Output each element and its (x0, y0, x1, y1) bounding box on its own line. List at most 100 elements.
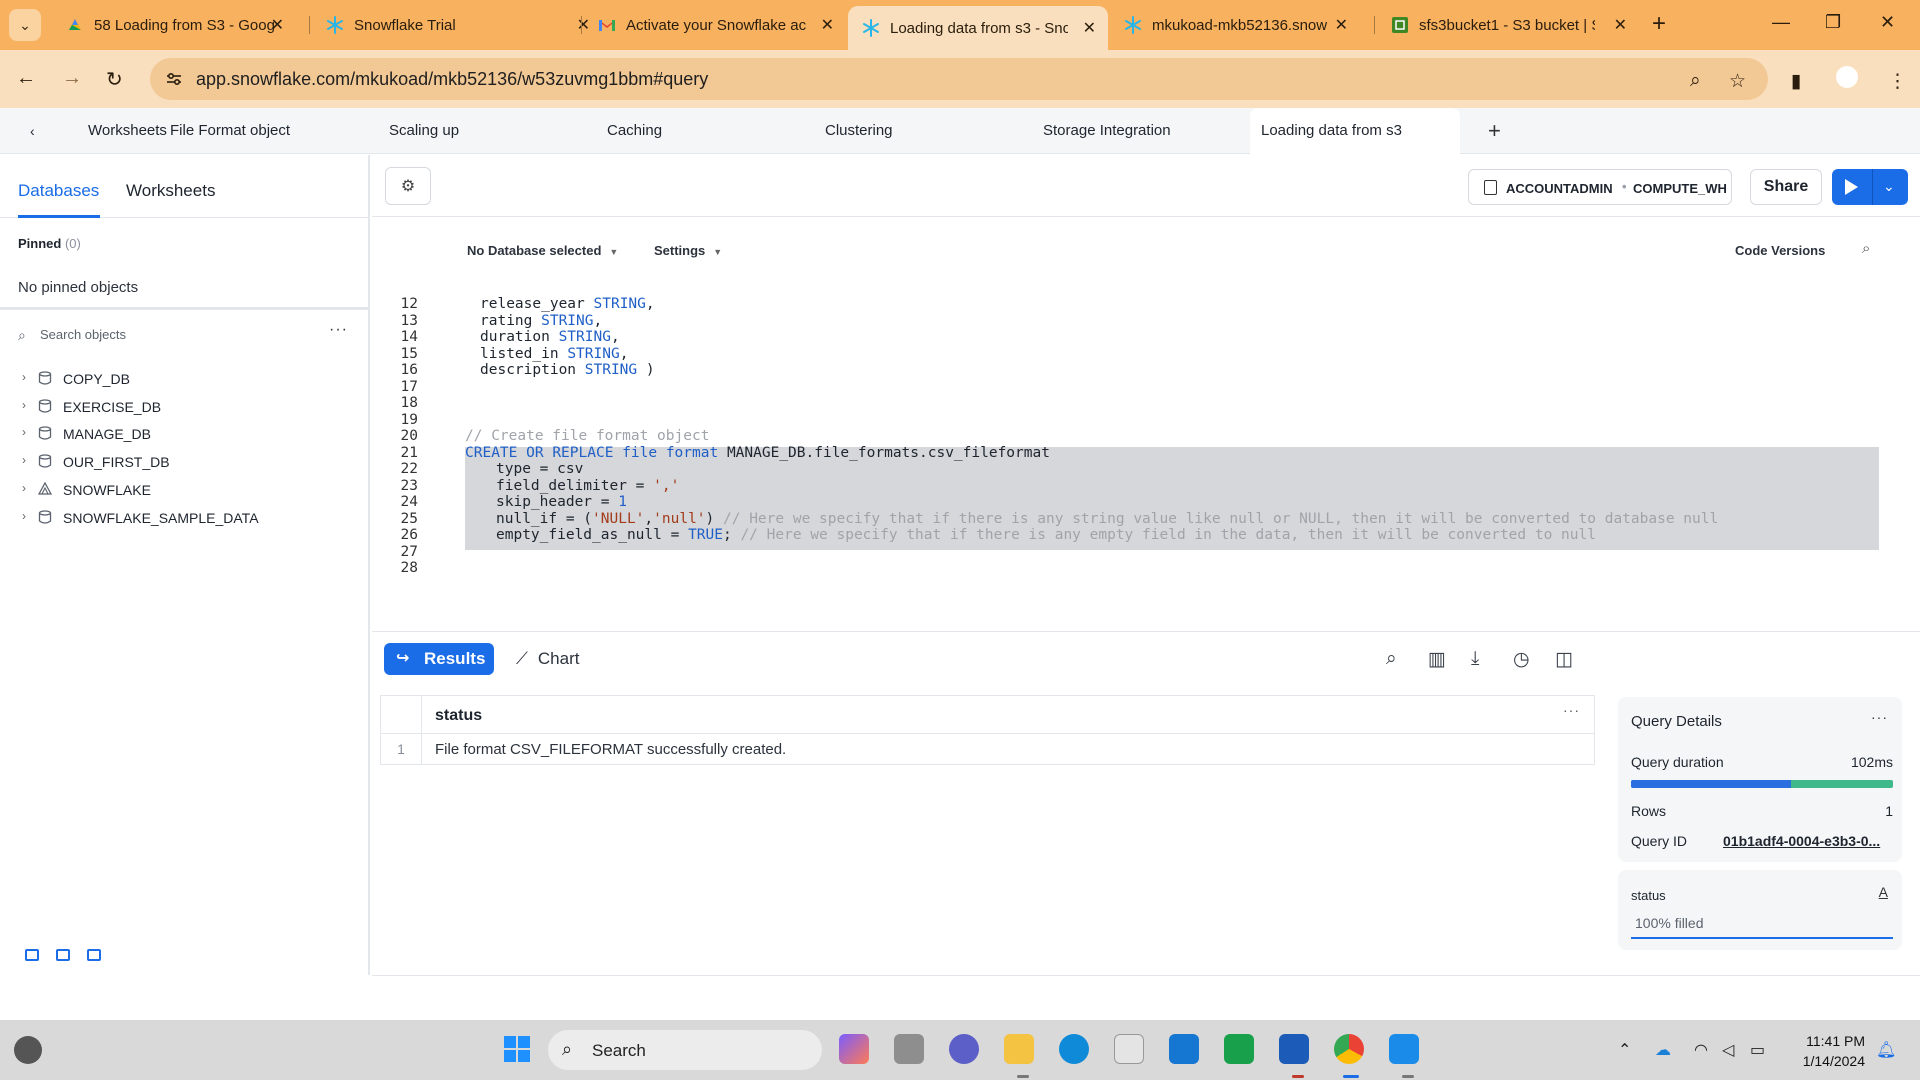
volume-icon[interactable]: ◁ (1722, 1040, 1734, 1060)
tab-databases[interactable]: Databases (18, 181, 99, 201)
settings-dropdown[interactable]: Settings ▼ (654, 243, 722, 258)
file-explorer-icon[interactable] (1004, 1034, 1034, 1064)
chevron-down-icon[interactable]: ⌄ (1883, 178, 1895, 195)
worksheet-tab-caching[interactable]: Caching (607, 108, 662, 154)
tab-search-button[interactable]: ⌄ (9, 9, 41, 41)
site-settings-icon[interactable] (164, 69, 184, 89)
search-icon[interactable]: ⌕ (1386, 648, 1397, 670)
worksheet-tab-scaling-up[interactable]: Scaling up (389, 108, 459, 154)
browser-tab-5[interactable]: sfs3bucket1 - S3 bucket | S ✕ (1377, 7, 1639, 43)
close-icon[interactable]: ✕ (271, 15, 284, 35)
chevron-right-icon[interactable]: › (22, 398, 26, 412)
close-icon[interactable]: ✕ (1335, 15, 1348, 35)
system-clock[interactable]: 11:41 PM 1/14/2024 (1795, 1031, 1865, 1071)
window-close-icon[interactable]: ✕ (1880, 12, 1895, 33)
copilot-icon[interactable] (839, 1034, 869, 1064)
worksheet-tab-file-format[interactable]: File Format object (170, 108, 290, 154)
query-id-link[interactable]: 01b1adf4-0004-e3b3-0... (1723, 833, 1893, 849)
split-panel-icon[interactable]: ◫ (1555, 648, 1573, 671)
chevron-right-icon[interactable]: › (22, 509, 26, 523)
photos-icon[interactable] (1389, 1034, 1419, 1064)
wifi-icon[interactable]: ◠ (1694, 1040, 1708, 1060)
windows-start-icon[interactable] (502, 1034, 532, 1064)
tab-worksheets[interactable]: Worksheets (126, 181, 215, 201)
forward-icon[interactable]: → (62, 67, 82, 90)
profile-avatar[interactable] (1836, 66, 1858, 88)
word-icon[interactable] (1279, 1034, 1309, 1064)
back-chevron-icon[interactable]: ‹ (30, 108, 35, 154)
sql-editor[interactable]: No Database selected ▼ Settings ▼ Code Ver… (372, 217, 1920, 631)
layout-bottom-panel-icon[interactable] (87, 949, 101, 961)
mail-icon[interactable] (1169, 1034, 1199, 1064)
notification-bell-icon[interactable]: 🔔︎ (1876, 1040, 1896, 1060)
chevron-right-icon[interactable]: › (22, 370, 26, 384)
add-worksheet-icon[interactable]: + (1488, 118, 1501, 144)
columns-icon[interactable]: ▥ (1428, 648, 1446, 671)
task-view-icon[interactable] (894, 1034, 924, 1064)
code-line[interactable]: 28 (372, 558, 1920, 578)
database-item-snowflake-sample-data[interactable]: › SNOWFLAKE_SAMPLE_DATA (18, 507, 348, 529)
browser-tab-0[interactable]: 58 Loading from S3 - Goog ✕ (52, 7, 296, 43)
database-item-exercise-db[interactable]: › EXERCISE_DB (18, 396, 348, 418)
edge-icon[interactable] (1059, 1034, 1089, 1064)
worksheet-tab-storage-integration[interactable]: Storage Integration (1043, 108, 1171, 154)
close-icon[interactable]: ✕ (821, 15, 834, 35)
teams-icon[interactable] (949, 1034, 979, 1064)
browser-tab-3-active[interactable]: Loading data from s3 - Sno ✕ (848, 6, 1108, 50)
layout-top-panel-icon[interactable] (56, 949, 70, 961)
chart-button[interactable]: ⟋ Chart (516, 649, 579, 669)
download-icon[interactable]: ⤓ (1471, 648, 1479, 670)
side-panel-icon[interactable]: ▮ (1791, 70, 1801, 93)
minimize-icon[interactable]: — (1772, 12, 1790, 33)
role-warehouse-selector[interactable]: ACCOUNTADMIN • COMPUTE_WH (1468, 169, 1732, 205)
database-item-snowflake[interactable]: › SNOWFLAKE (18, 479, 348, 501)
column-header-status[interactable]: status (435, 707, 482, 725)
browser-tab-4[interactable]: mkukoad-mkb52136.snow ✕ (1110, 7, 1360, 43)
search-input[interactable]: Search objects (40, 327, 126, 342)
search-icon[interactable]: ⌕ (1862, 240, 1870, 257)
more-options-icon[interactable]: ··· (1871, 709, 1888, 725)
worksheet-tab-loading-data[interactable]: Loading data from s3 (1250, 108, 1460, 154)
history-clock-icon[interactable]: ◷ (1513, 648, 1530, 671)
chevron-right-icon[interactable]: › (22, 425, 26, 439)
reload-icon[interactable]: ↻ (106, 67, 123, 92)
filter-settings-icon[interactable]: ⚙ (385, 167, 431, 205)
store-icon[interactable] (1114, 1034, 1144, 1064)
chevron-right-icon[interactable]: › (22, 453, 26, 467)
new-tab-icon[interactable]: + (1652, 12, 1666, 36)
share-button[interactable]: Share (1750, 169, 1822, 205)
chevron-up-icon[interactable]: ⌃ (1618, 1040, 1631, 1060)
status-cell[interactable]: File format CSV_FILEFORMAT successfully … (435, 741, 786, 758)
browser-tab-2[interactable]: Activate your Snowflake ac ✕ (584, 7, 846, 43)
back-icon[interactable]: ← (16, 67, 36, 90)
more-menu-icon[interactable]: ⋮ (1888, 70, 1907, 93)
close-icon[interactable]: ✕ (1614, 15, 1627, 35)
chat-app-icon[interactable] (1224, 1034, 1254, 1064)
database-context-dropdown[interactable]: No Database selected ▼ (467, 243, 618, 258)
restore-icon[interactable]: ❐ (1825, 12, 1841, 33)
database-item-our-first-db[interactable]: › OUR_FIRST_DB (18, 451, 348, 473)
zoom-icon[interactable]: ⌕ (1690, 70, 1701, 92)
weather-icon[interactable] (14, 1036, 42, 1064)
table-row[interactable]: 1 File format CSV_FILEFORMAT successfull… (381, 734, 1594, 764)
more-options-icon[interactable]: ··· (329, 321, 348, 339)
taskbar-search[interactable]: ⌕ Search (548, 1030, 822, 1070)
search-objects[interactable]: ⌕ Search objects ··· (18, 321, 348, 345)
run-button[interactable]: ⌄ (1832, 169, 1908, 205)
chevron-right-icon[interactable]: › (22, 481, 26, 495)
chrome-icon[interactable] (1334, 1034, 1364, 1064)
close-icon[interactable]: ✕ (1083, 18, 1096, 38)
bookmark-star-icon[interactable]: ☆ (1729, 70, 1746, 93)
address-bar[interactable]: app.snowflake.com/mkukoad/mkb52136/w53zu… (150, 58, 1768, 100)
layout-left-panel-icon[interactable] (25, 949, 39, 961)
code-versions-link[interactable]: Code Versions (1735, 243, 1825, 258)
battery-icon[interactable]: ▭ (1750, 1040, 1765, 1060)
results-button[interactable]: ↪ Results (384, 643, 494, 675)
worksheets-back-link[interactable]: Worksheets (88, 108, 167, 154)
column-menu-icon[interactable]: ··· (1563, 702, 1580, 718)
browser-tab-1[interactable]: Snowflake Trial ✕ (312, 7, 602, 43)
database-item-copy-db[interactable]: › COPY_DB (18, 368, 348, 390)
worksheet-tab-clustering[interactable]: Clustering (825, 108, 893, 154)
database-item-manage-db[interactable]: › MANAGE_DB (18, 423, 348, 445)
onedrive-icon[interactable]: ☁ (1655, 1040, 1671, 1060)
